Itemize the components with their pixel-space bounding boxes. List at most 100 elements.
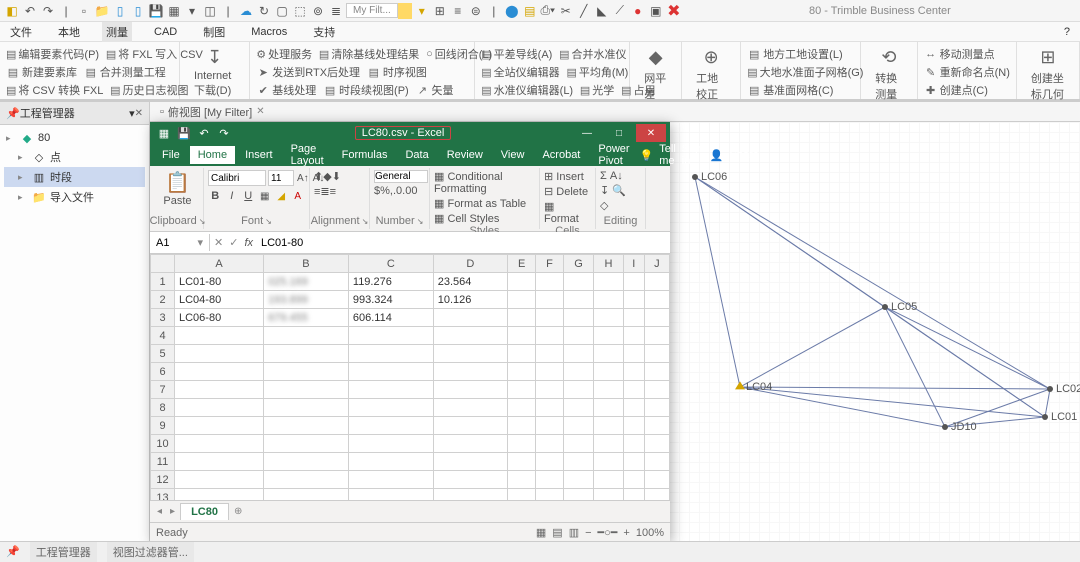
refresh-icon[interactable]: ↻: [256, 3, 272, 19]
cell-D7[interactable]: [433, 381, 507, 399]
angle-icon[interactable]: ◣: [594, 3, 610, 19]
col-header-J[interactable]: J: [644, 255, 669, 273]
panel-close-icon[interactable]: ✕: [135, 108, 143, 119]
number-format-dropdown[interactable]: [374, 170, 428, 183]
cell-A1[interactable]: LC01-80: [175, 273, 264, 291]
tell-me-icon[interactable]: 💡: [640, 149, 654, 162]
cell-D1[interactable]: 23.564: [433, 273, 507, 291]
process-service[interactable]: 处理服务: [268, 46, 312, 62]
col-header-C[interactable]: C: [348, 255, 433, 273]
zoom-level[interactable]: 100%: [636, 527, 664, 539]
cell-B8[interactable]: [264, 399, 349, 417]
cell-B5[interactable]: [264, 345, 349, 363]
cell-D8[interactable]: [433, 399, 507, 417]
bold-icon[interactable]: B: [208, 188, 223, 204]
cell-F9[interactable]: [536, 417, 563, 435]
cell-G10[interactable]: [563, 435, 594, 453]
tell-me[interactable]: Tell me: [659, 143, 676, 167]
cell-C4[interactable]: [348, 327, 433, 345]
fill-icon[interactable]: ↧: [600, 185, 609, 197]
cell-H2[interactable]: [594, 291, 623, 309]
cell-A9[interactable]: [175, 417, 264, 435]
line-icon[interactable]: ╱: [576, 3, 592, 19]
align-right-icon[interactable]: ≡: [330, 186, 336, 198]
ribbon-create-cogo[interactable]: ⊞创建坐标几何: [1017, 42, 1080, 99]
scissors-icon[interactable]: ✂: [558, 3, 574, 19]
cell-C13[interactable]: [348, 489, 433, 501]
baseline-process[interactable]: 基线处理: [272, 82, 316, 98]
sort-icon[interactable]: A↓: [610, 170, 623, 182]
level-merge-icon[interactable]: ▤: [559, 47, 569, 61]
cell-A2[interactable]: LC04-80: [175, 291, 264, 309]
csv-fxl-icon[interactable]: ▤: [6, 83, 16, 97]
move-pt-icon[interactable]: ↔: [924, 47, 938, 61]
cell-B9[interactable]: [264, 417, 349, 435]
cell-E10[interactable]: [507, 435, 535, 453]
box-icon[interactable]: ▢: [274, 3, 290, 19]
cell-D10[interactable]: [433, 435, 507, 453]
row-header-2[interactable]: 2: [151, 291, 175, 309]
menu-local[interactable]: 本地: [54, 22, 84, 42]
local-site[interactable]: 地方工地设置(L): [763, 46, 842, 62]
dropdown-icon[interactable]: ▾: [184, 3, 200, 19]
history-log[interactable]: 历史日志视图: [123, 82, 189, 98]
cell-J6[interactable]: [644, 363, 669, 381]
send-rtx[interactable]: 发送到RTX后处理: [272, 64, 360, 80]
point-JD10[interactable]: [942, 424, 948, 430]
cube-icon[interactable]: ⬚: [292, 3, 308, 19]
fxl-csv-icon[interactable]: ▤: [106, 47, 116, 61]
cell-F12[interactable]: [536, 471, 563, 489]
ex-tab-review[interactable]: Review: [439, 146, 491, 164]
point-LC06[interactable]: [692, 174, 698, 180]
format-cells-icon[interactable]: ▦: [544, 201, 554, 213]
cell-C11[interactable]: [348, 453, 433, 471]
row-header-6[interactable]: 6: [151, 363, 175, 381]
stack-icon[interactable]: ≡: [450, 3, 466, 19]
col-header-F[interactable]: F: [536, 255, 563, 273]
cancel-formula-icon[interactable]: ✕: [214, 236, 223, 249]
ex-tab-home[interactable]: Home: [190, 146, 235, 164]
cell-A5[interactable]: [175, 345, 264, 363]
cell-B10[interactable]: [264, 435, 349, 453]
close-icon[interactable]: ✖: [666, 3, 682, 19]
tree-item-sessions[interactable]: ▸▥时段: [4, 167, 145, 187]
cell-D2[interactable]: 10.126: [433, 291, 507, 309]
cell-E1[interactable]: [507, 273, 535, 291]
cell-C1[interactable]: 119.276: [348, 273, 433, 291]
cell-styles-icon[interactable]: ▦: [434, 213, 444, 225]
cell-G13[interactable]: [563, 489, 594, 501]
process-icon[interactable]: ⚙: [256, 47, 266, 61]
new-icon[interactable]: ▫: [76, 3, 92, 19]
cell-D3[interactable]: [433, 309, 507, 327]
filter-dropdown[interactable]: My Filt...: [346, 3, 398, 18]
create-pt-icon[interactable]: ✚: [924, 83, 938, 97]
optical-icon[interactable]: ▤: [580, 83, 590, 97]
baseline-icon[interactable]: ✔: [256, 83, 270, 97]
align-dialog-icon[interactable]: ↘: [362, 217, 369, 226]
cell-H9[interactable]: [594, 417, 623, 435]
align-bot-icon[interactable]: ⬇: [332, 171, 341, 183]
cell-G6[interactable]: [563, 363, 594, 381]
cell-J4[interactable]: [644, 327, 669, 345]
sheet-nav-first-icon[interactable]: ◂: [154, 506, 165, 517]
timeline-icon[interactable]: ▤: [367, 65, 381, 79]
cell-G9[interactable]: [563, 417, 594, 435]
cell-H10[interactable]: [594, 435, 623, 453]
row-header-3[interactable]: 3: [151, 309, 175, 327]
doc2-icon[interactable]: ▯: [130, 3, 146, 19]
view-pagelayout-icon[interactable]: ▤: [552, 526, 562, 539]
name-box[interactable]: A1▾: [150, 234, 210, 251]
ribbon-net-adjust[interactable]: ◆网平差(A): [630, 42, 682, 99]
cell-H7[interactable]: [594, 381, 623, 399]
sheet-nav-next-icon[interactable]: ▸: [167, 506, 178, 517]
view-tab-plan[interactable]: ▫ 俯视图 [My Filter] ✕: [152, 102, 273, 122]
cell-C10[interactable]: [348, 435, 433, 453]
cell-E9[interactable]: [507, 417, 535, 435]
cell-I3[interactable]: [623, 309, 644, 327]
cell-G8[interactable]: [563, 399, 594, 417]
new-sheet-icon[interactable]: ⊕: [231, 506, 245, 517]
session-icon[interactable]: ▤: [323, 83, 337, 97]
local-site-icon[interactable]: ▤: [747, 47, 761, 61]
save-icon[interactable]: 💾: [148, 3, 164, 19]
fx-icon[interactable]: fx: [244, 237, 253, 249]
